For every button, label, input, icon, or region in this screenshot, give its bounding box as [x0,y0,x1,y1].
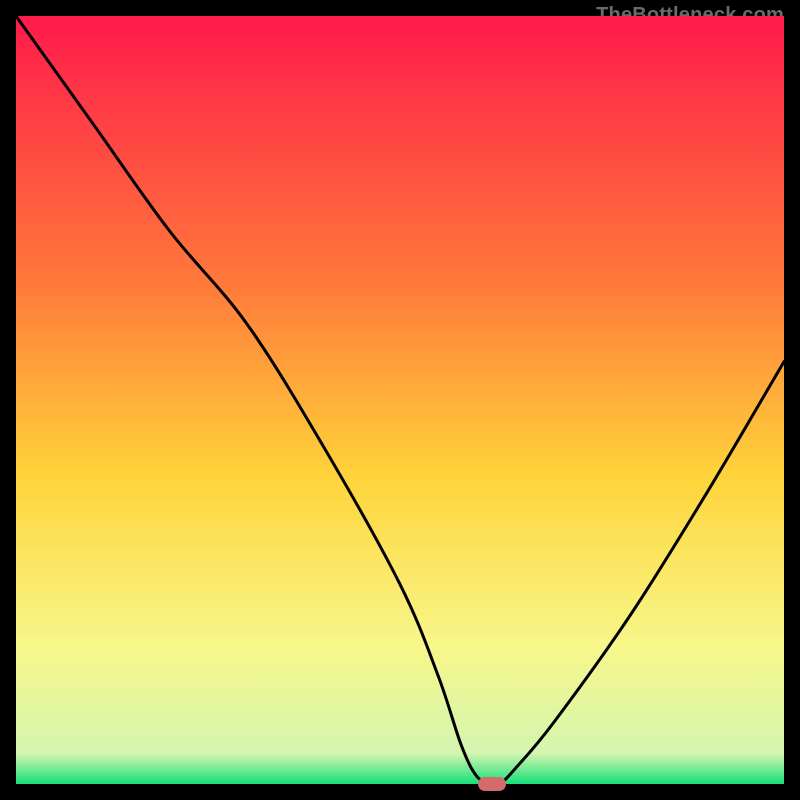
chart-frame: TheBottleneck.com [16,16,784,784]
optimal-point-marker [478,777,506,791]
bottleneck-chart [16,16,784,784]
gradient-background [16,16,784,784]
